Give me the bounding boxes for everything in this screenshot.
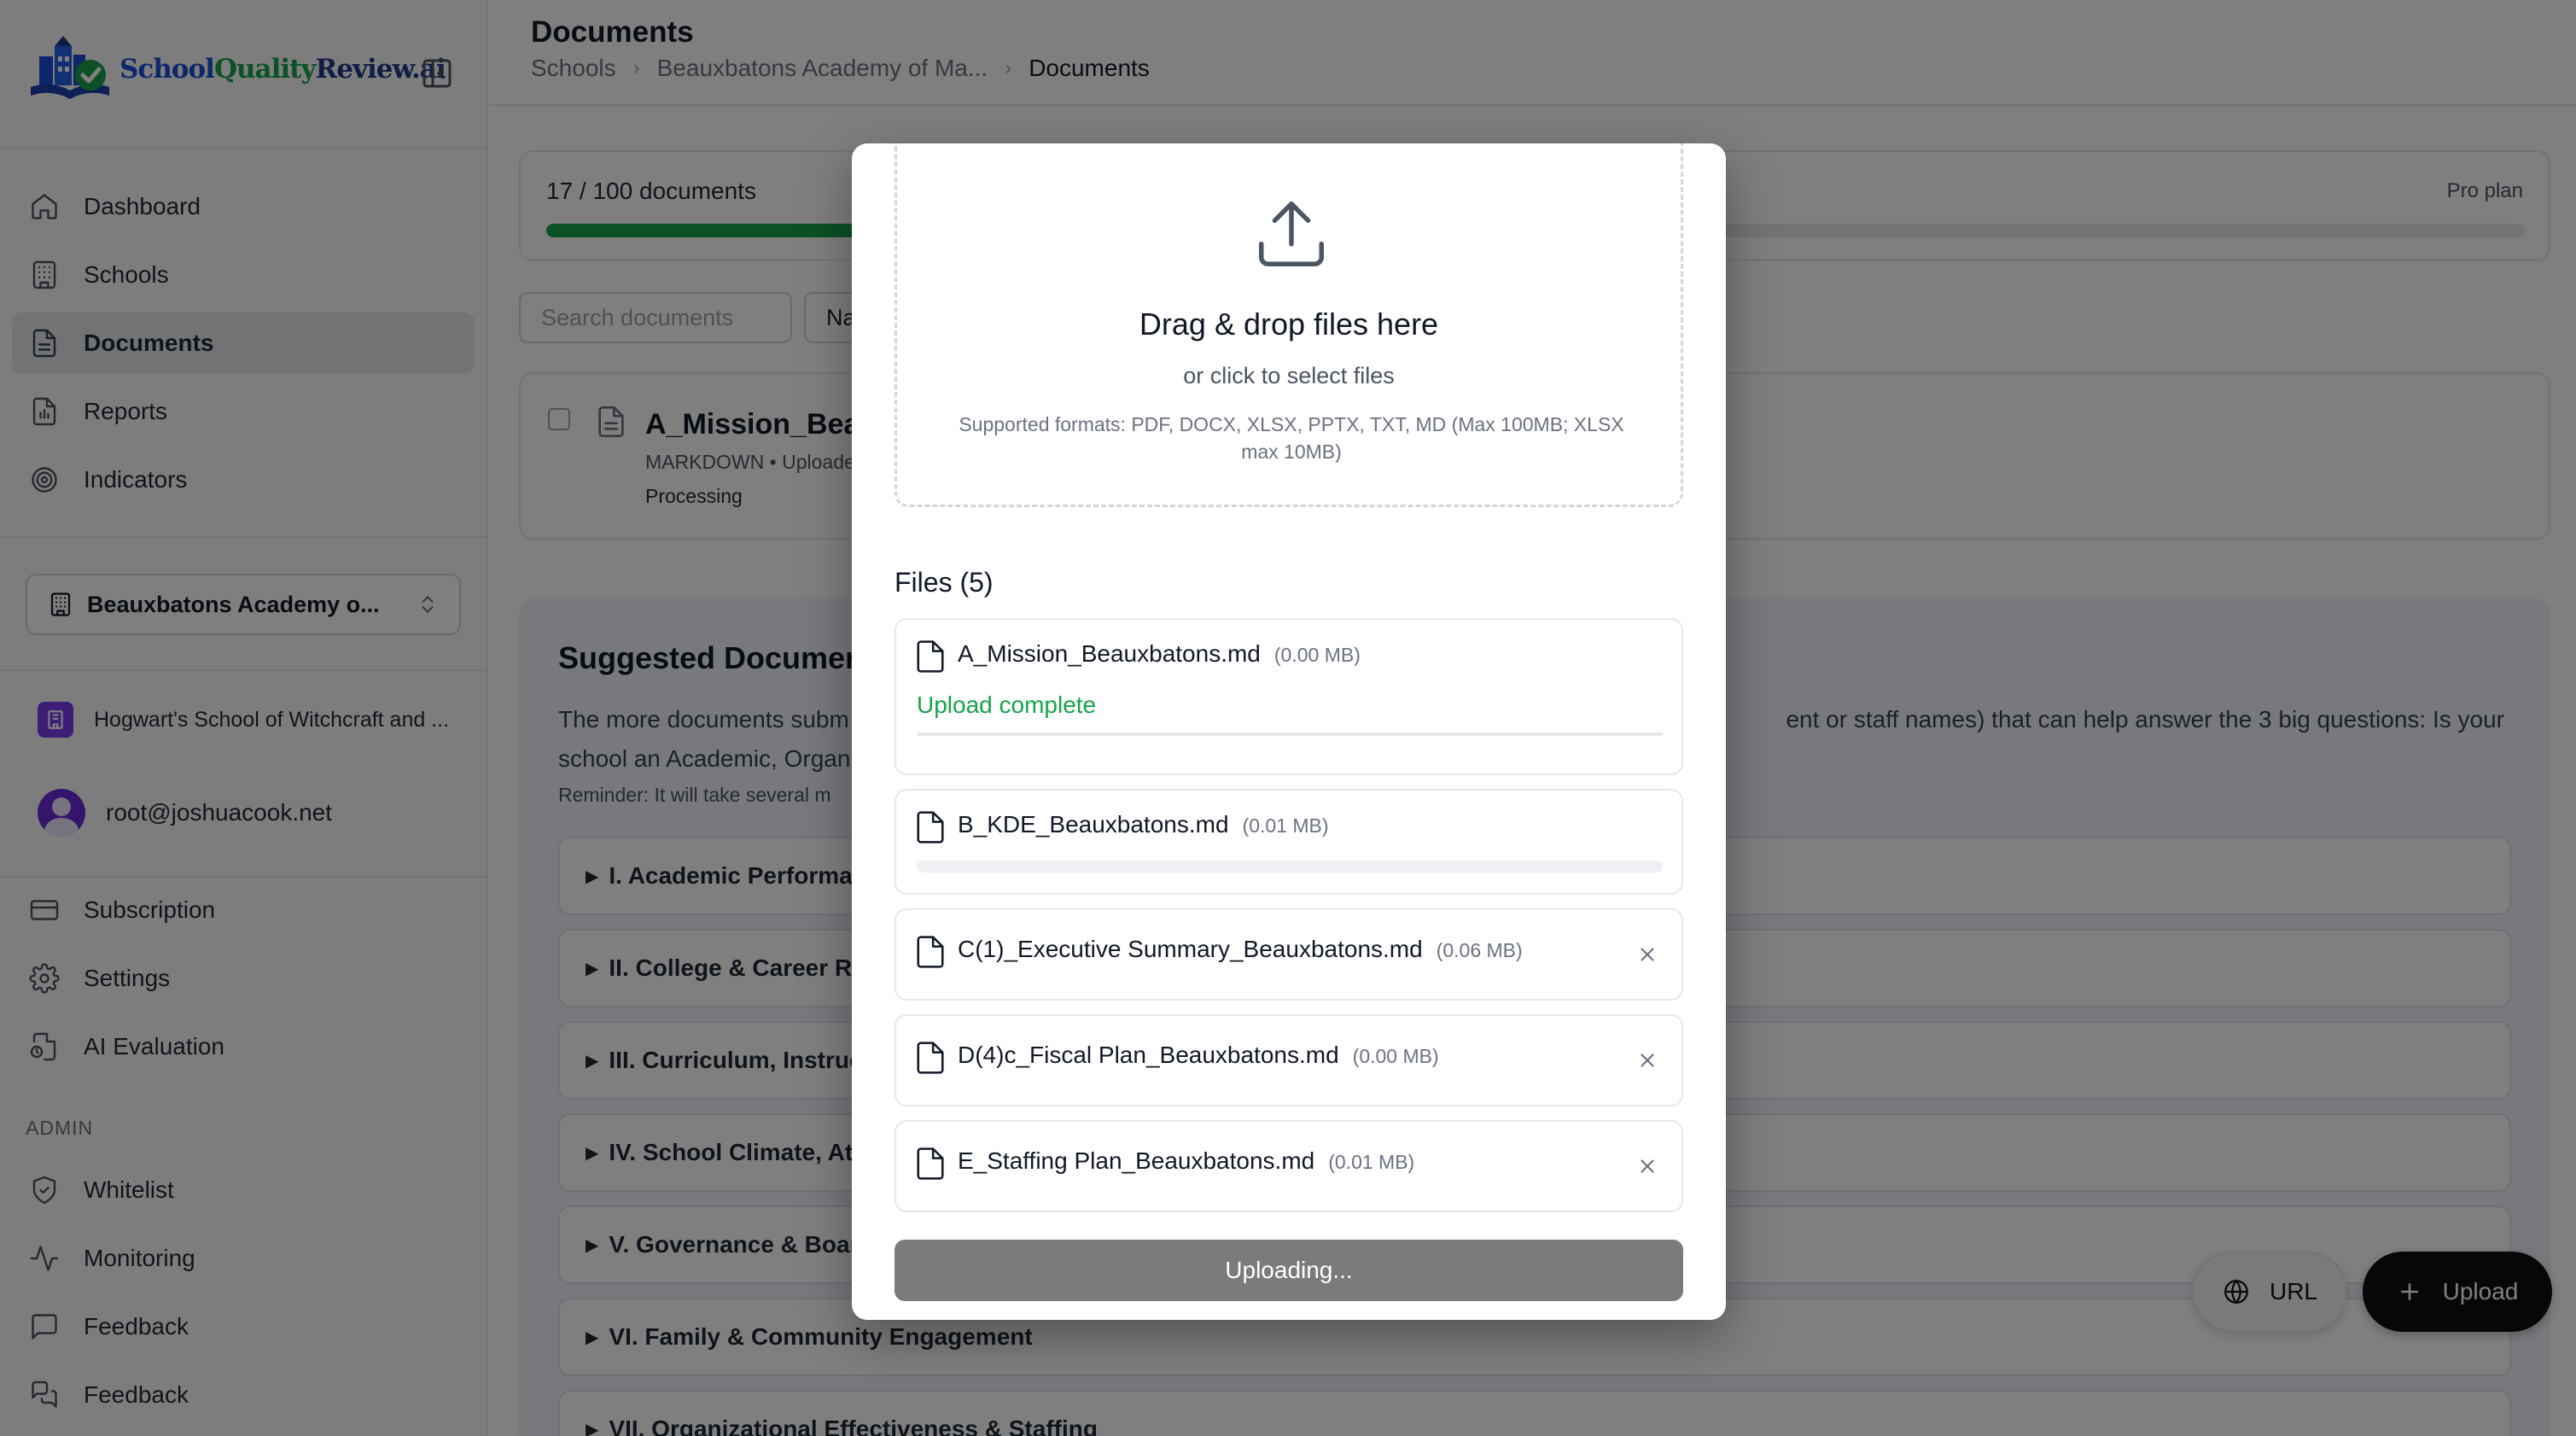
file-icon (917, 811, 944, 844)
file-row: E_Staffing Plan_Beauxbatons.md (0.01 MB) (917, 1147, 1414, 1180)
file-name: B_KDE_Beauxbatons.md (958, 811, 1229, 838)
file-item: B_KDE_Beauxbatons.md (0.01 MB) (895, 789, 1683, 895)
dropzone-subtitle: or click to select files (1183, 363, 1395, 388)
submit-upload-button[interactable]: Uploading... (895, 1240, 1683, 1301)
file-row: D(4)c_Fiscal Plan_Beauxbatons.md (0.00 M… (917, 1042, 1439, 1074)
file-icon (917, 936, 944, 968)
file-row: B_KDE_Beauxbatons.md (0.01 MB) (917, 811, 1329, 844)
file-name: C(1)_Executive Summary_Beauxbatons.md (958, 936, 1423, 962)
file-icon (917, 640, 944, 673)
file-size: (0.01 MB) (1328, 1151, 1415, 1173)
remove-file-button[interactable] (1634, 1047, 1661, 1074)
file-size: (0.06 MB) (1436, 939, 1523, 961)
file-item: D(4)c_Fiscal Plan_Beauxbatons.md (0.00 M… (895, 1014, 1683, 1106)
file-item: A_Mission_Beauxbatons.md (0.00 MB) Uploa… (895, 618, 1683, 775)
remove-file-button[interactable] (1634, 1153, 1661, 1180)
file-name: D(4)c_Fiscal Plan_Beauxbatons.md (958, 1042, 1339, 1068)
close-icon (1641, 948, 1654, 961)
file-size: (0.00 MB) (1352, 1045, 1439, 1067)
file-dropzone[interactable]: Drag & drop files here or click to selec… (895, 143, 1683, 507)
file-name: A_Mission_Beauxbatons.md (958, 640, 1261, 667)
file-icon (917, 1042, 944, 1074)
dropzone-title: Drag & drop files here (1139, 306, 1439, 341)
file-item: C(1)_Executive Summary_Beauxbatons.md (0… (895, 908, 1683, 1001)
file-row: A_Mission_Beauxbatons.md (0.00 MB) (917, 640, 1361, 673)
file-size: (0.00 MB) (1273, 644, 1361, 666)
upload-icon (1259, 201, 1324, 266)
file-icon (917, 1147, 944, 1180)
file-progress-fill (917, 733, 1663, 736)
files-heading: Files (5) (895, 567, 994, 598)
upload-status: Upload complete (917, 692, 1097, 718)
close-icon (1641, 1159, 1654, 1173)
file-size: (0.01 MB) (1242, 814, 1329, 837)
upload-modal: Drag & drop files here or click to selec… (852, 143, 1726, 1320)
remove-file-button[interactable] (1634, 941, 1661, 968)
file-row: C(1)_Executive Summary_Beauxbatons.md (0… (917, 936, 1523, 968)
file-name: E_Staffing Plan_Beauxbatons.md (958, 1147, 1315, 1174)
dropzone-formats: Supported formats: PDF, DOCX, XLSX, PPTX… (959, 413, 1624, 463)
file-item: E_Staffing Plan_Beauxbatons.md (0.01 MB) (895, 1120, 1683, 1212)
file-progress (917, 861, 1663, 873)
file-progress (917, 733, 1663, 736)
close-icon (1641, 1054, 1654, 1067)
